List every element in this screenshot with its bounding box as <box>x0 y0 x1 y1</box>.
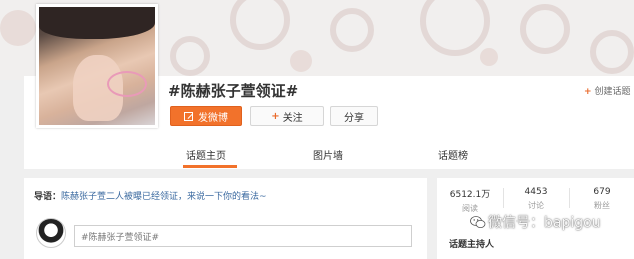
stat-reads: 6512.1万 阅读 <box>440 187 500 214</box>
tab-topic-home[interactable]: 话题主页 <box>186 147 226 162</box>
banner-pattern <box>290 50 312 72</box>
follow-button[interactable]: + 关注 <box>250 106 324 126</box>
banner-pattern <box>230 0 290 50</box>
banner-pattern <box>420 0 490 56</box>
create-topic-label: 创建话题 <box>594 87 631 97</box>
banner-pattern <box>0 10 36 46</box>
share-button[interactable]: 分享 <box>330 106 378 126</box>
watermark-text: 微信号：bapigou <box>488 215 601 231</box>
post-input[interactable]: #陈赫张子萱领证# <box>74 225 412 247</box>
stat-divider <box>569 188 570 208</box>
topic-title: #陈赫张子萱领证# <box>168 82 299 100</box>
stat-discussions: 4453 讨论 <box>506 187 566 211</box>
tab-topic-ranking[interactable]: 话题榜 <box>438 147 468 162</box>
share-label: 分享 <box>344 112 364 124</box>
reads-count: 6512.1万 <box>449 190 491 200</box>
intro-text: 陈赫张子萱二人被曝已经领证，来说一下你的看法~ <box>61 192 267 202</box>
topic-intro: 导语：陈赫张子萱二人被曝已经领证，来说一下你的看法~ <box>34 189 267 202</box>
banner-pattern <box>590 30 634 74</box>
discussions-count: 4453 <box>524 187 548 197</box>
stat-fans: 679 粉丝 <box>572 187 632 211</box>
create-topic-link[interactable]: + 创建话题 <box>584 84 631 97</box>
banner-pattern <box>520 4 570 54</box>
discussions-label: 讨论 <box>528 201 544 210</box>
follow-label: 关注 <box>282 112 303 124</box>
banner-pattern <box>330 8 374 52</box>
post-weibo-label: 发微博 <box>198 112 228 124</box>
active-tab-indicator <box>183 165 237 168</box>
fans-count: 679 <box>593 187 611 197</box>
plus-icon: + <box>584 87 592 97</box>
tab-photo-wall[interactable]: 图片墙 <box>313 147 343 162</box>
plus-icon: + <box>271 110 280 122</box>
intro-lead: 导语： <box>34 192 62 202</box>
banner-pattern <box>170 36 210 76</box>
user-avatar[interactable] <box>36 218 66 248</box>
fans-label: 粉丝 <box>594 201 610 210</box>
topic-avatar <box>36 4 158 128</box>
post-weibo-button[interactable]: 发微博 <box>170 106 242 126</box>
stat-divider <box>503 188 504 208</box>
topic-host-heading: 话题主持人 <box>449 240 495 250</box>
banner-pattern <box>480 48 498 66</box>
edit-icon <box>184 111 193 121</box>
wechat-icon <box>470 216 486 228</box>
